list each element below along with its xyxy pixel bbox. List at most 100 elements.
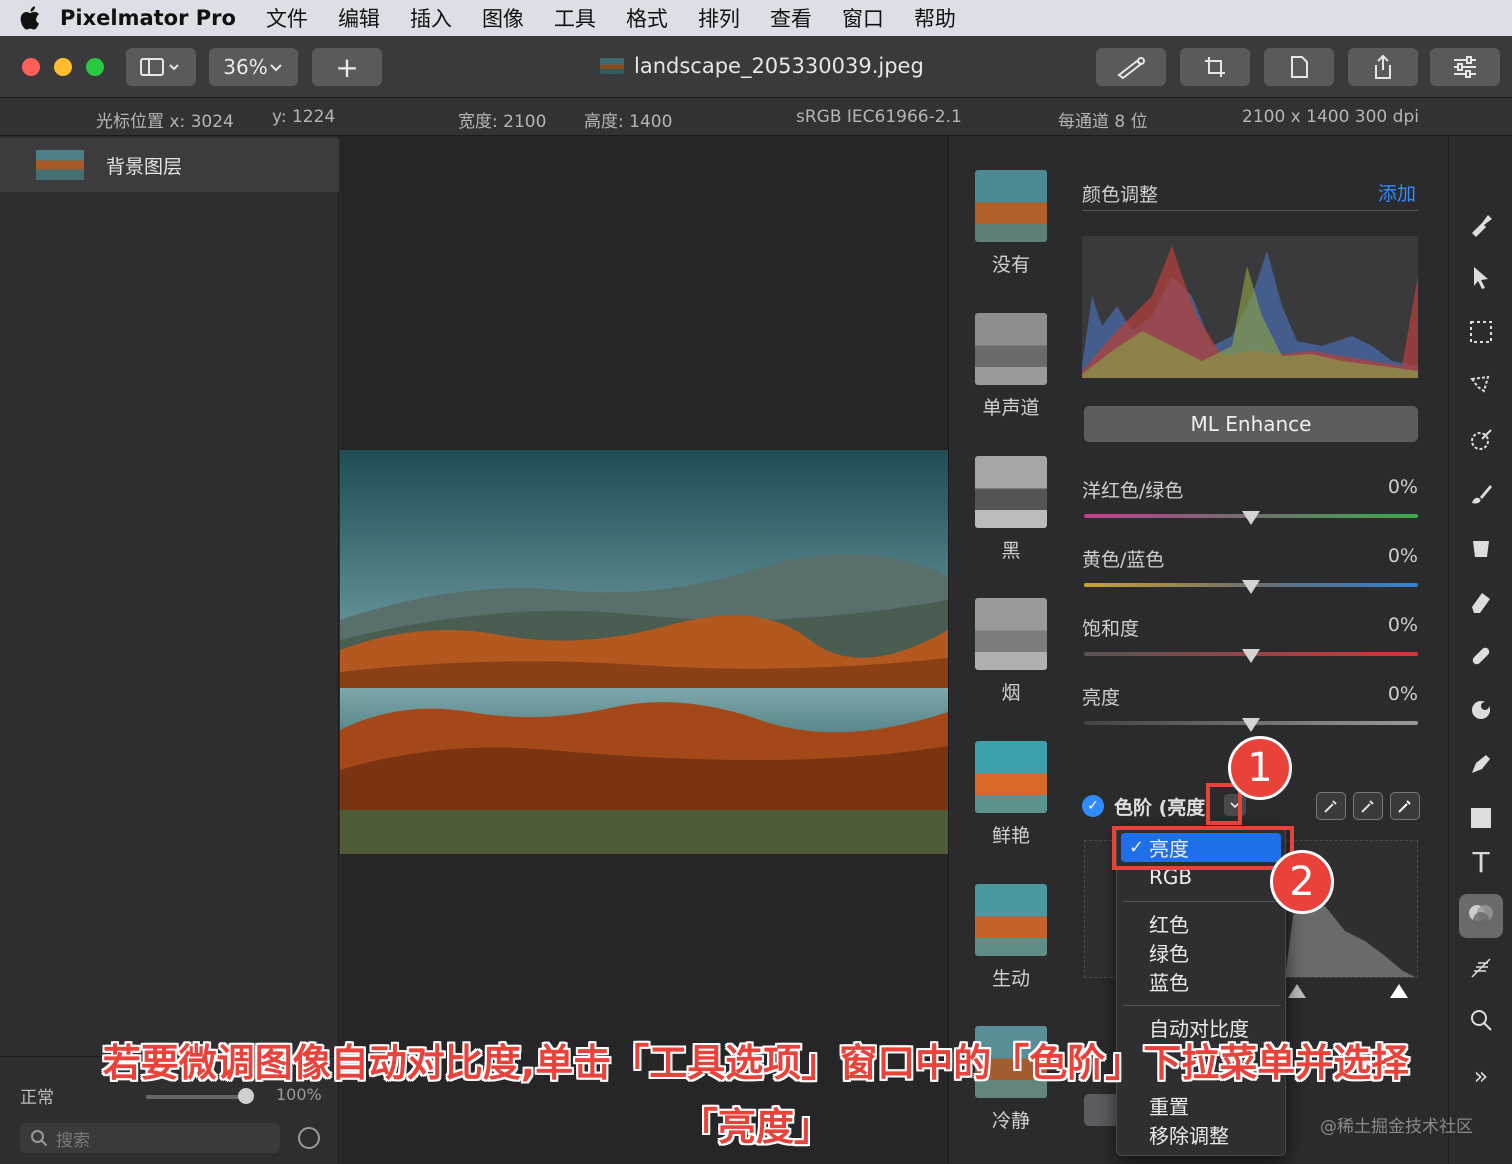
preset-thumbnail [975,884,1047,956]
image-height: 高度: 1400 [584,112,673,132]
effects-tool-icon[interactable] [1461,948,1501,988]
landscape-photo [340,450,948,854]
pen-tool-icon[interactable] [1461,744,1501,784]
slider-value-saturation: 0% [1387,614,1418,636]
menu-file[interactable]: 文件 [266,3,308,33]
cursor-x: 光标位置 x: 3024 [96,112,234,132]
white-point-eyedropper[interactable] [1390,792,1420,820]
menu-format[interactable]: 格式 [626,3,668,33]
canvas-area[interactable] [340,136,948,1164]
menu-tools[interactable]: 工具 [554,3,596,33]
zoom-value: 36% [223,55,268,79]
menu-insert[interactable]: 插入 [410,3,452,33]
levels-label: 色阶 (亮度 [1114,797,1206,819]
preset-none[interactable]: 没有 [975,170,1047,277]
window-toolbar: 36% + landscape_205330039.jpeg [0,36,1512,98]
sidebar-icon [140,58,179,76]
paint-tool-icon[interactable] [1461,474,1501,514]
add-button[interactable]: + [312,48,382,86]
apple-icon[interactable] [0,6,60,30]
preset-lively[interactable]: 生动 [975,884,1047,991]
menu-window[interactable]: 窗口 [842,3,884,33]
ml-enhance-toolbar-button[interactable] [1096,48,1166,86]
magic-wand-icon [1117,57,1145,79]
preset-label: 单声道 [982,397,1040,419]
magenta-green-knob[interactable] [1242,511,1260,525]
slider-value-brightness: 0% [1387,683,1418,705]
image-width: 宽度: 2100 [458,112,547,132]
zoom-window-button[interactable] [86,58,104,76]
arrange-tool-icon[interactable] [1461,258,1501,298]
selection-tool-icon[interactable] [1461,312,1501,352]
levels-white-handle[interactable] [1390,984,1408,998]
share-button[interactable] [1348,48,1418,86]
preset-mono[interactable]: 单声道 [975,313,1047,420]
layer-thumbnail [36,150,84,180]
share-icon [1375,54,1391,79]
slider-label-magenta-green: 洋红色/绿色 [1082,480,1184,502]
layer-row[interactable]: 背景图层 [0,138,339,192]
eyedropper-icon [1398,800,1411,813]
saturation-knob[interactable] [1242,649,1260,663]
lasso-tool-icon[interactable] [1461,366,1501,406]
erase-tool-icon[interactable] [1461,582,1501,622]
zoom-dropdown[interactable]: 36% [209,48,298,86]
preset-vivid[interactable]: 鲜艳 [975,741,1047,848]
cursor-y: y: 1224 [272,107,336,127]
fill-tool-icon[interactable] [1461,528,1501,568]
format-button[interactable] [1264,48,1334,86]
slider-label-yellow-blue: 黄色/蓝色 [1082,549,1165,571]
retouch-tool-icon[interactable] [1461,636,1501,676]
crop-icon [1205,57,1225,77]
preset-label: 没有 [991,254,1030,276]
brightness-knob[interactable] [1242,718,1260,732]
slider-label-brightness: 亮度 [1082,687,1121,709]
menu-item-green[interactable]: 绿色 [1117,938,1287,967]
gray-point-eyedropper[interactable] [1353,792,1383,820]
eyedropper-icon [1324,800,1337,813]
preset-label: 鲜艳 [991,825,1030,847]
preset-thumbnail [975,598,1047,670]
document-thumbnail [600,58,624,74]
add-adjustment-link[interactable]: 添加 [1378,179,1416,206]
slider-value-magenta-green: 0% [1387,476,1418,498]
preset-smoke[interactable]: 烟 [975,598,1047,705]
crop-button[interactable] [1180,48,1250,86]
tool-options-button[interactable] [1430,48,1500,86]
step-badge-2: 2 [1270,850,1334,914]
color-profile: sRGB IEC61966-2.1 [796,107,962,127]
style-tool-icon[interactable] [1461,204,1501,244]
menubar: Pixelmator Pro 文件 编辑 插入 图像 工具 格式 排列 查看 窗… [0,0,1512,36]
ml-enhance-button[interactable]: ML Enhance [1084,406,1418,442]
tutorial-caption-line1: 若要微调图像自动对比度,单击「工具选项」窗口中的「色阶」下拉菜单并选择 [102,1041,1410,1085]
adjust-colors-tool-icon[interactable] [1459,894,1503,938]
yellow-blue-knob[interactable] [1242,580,1260,594]
quick-selection-tool-icon[interactable] [1461,420,1501,460]
document-filename: landscape_205330039.jpeg [634,54,924,78]
menu-item-blue[interactable]: 蓝色 [1117,967,1287,996]
menu-image[interactable]: 图像 [482,3,524,33]
menu-item-red[interactable]: 红色 [1117,909,1287,938]
close-window-button[interactable] [22,58,40,76]
image-dimensions: 2100 x 1400 300 dpi [1242,107,1419,127]
minimize-window-button[interactable] [54,58,72,76]
sidebar-toggle-button[interactable] [126,48,196,86]
levels-midpoint-handle[interactable] [1288,984,1306,998]
preset-black[interactable]: 黑 [975,456,1047,563]
shape-tool-icon[interactable] [1461,798,1501,838]
black-point-eyedropper[interactable] [1316,792,1346,820]
tutorial-caption-line2: 「亮度」 [679,1105,832,1149]
adjustment-presets: 没有 单声道 黑 烟 鲜艳 生动 冷静 [948,136,1070,1164]
menu-arrange[interactable]: 排列 [698,3,740,33]
preset-label: 生动 [991,968,1030,990]
levels-enabled-checkbox[interactable]: ✓ [1082,795,1104,817]
color-adjust-tool-icon[interactable] [1461,690,1501,730]
menu-separator [1123,1005,1281,1006]
app-name-menu[interactable]: Pixelmator Pro [60,6,236,30]
chevron-down-icon [270,64,282,72]
menu-view[interactable]: 查看 [770,3,812,33]
menu-edit[interactable]: 编辑 [338,3,380,33]
menu-help[interactable]: 帮助 [914,3,956,33]
type-tool-icon[interactable]: T [1461,842,1501,882]
sliders-icon [1454,56,1476,78]
